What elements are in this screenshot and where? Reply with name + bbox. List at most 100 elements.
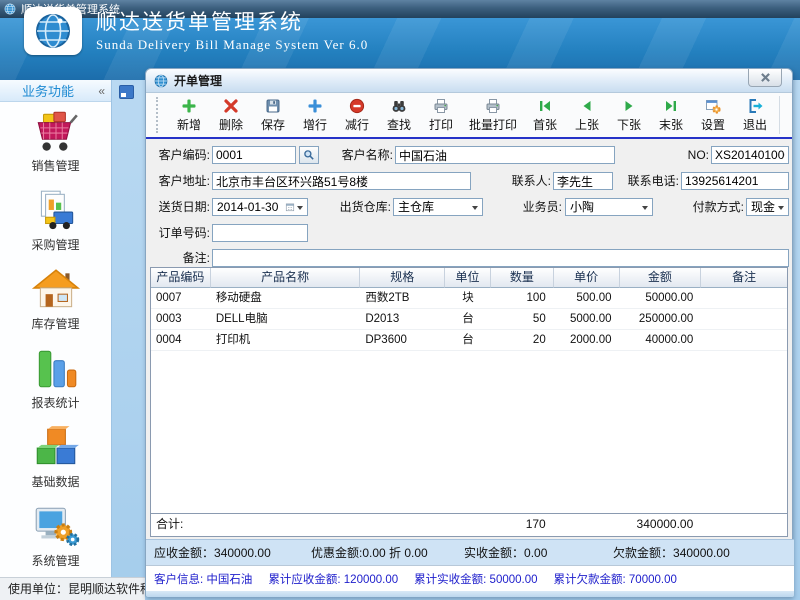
cell-qty: 50	[491, 309, 554, 330]
sidebar-header: 业务功能 «	[0, 80, 111, 102]
exit-icon	[747, 98, 763, 114]
close-button[interactable]	[748, 69, 782, 87]
total-amount: 340000.00	[620, 514, 702, 535]
total-quantity: 170	[491, 514, 554, 535]
sidebar-item-reports[interactable]: 报表统计	[0, 339, 111, 418]
customer-code-input[interactable]	[212, 146, 296, 164]
grid-total-row: 合计: 170 340000.00	[151, 513, 787, 536]
status-debt-total: 累计欠款金额: 70000.00	[554, 571, 677, 587]
toolbar-button-label: 新增	[177, 116, 201, 133]
sidebar-item-sales[interactable]: 销售管理	[0, 102, 111, 181]
toolbar-button-add-row[interactable]: 增行	[294, 95, 336, 135]
bill-no-label: NO:	[676, 146, 709, 164]
toolbar-button-remove-row[interactable]: 减行	[336, 95, 378, 135]
sidebar-item-inventory[interactable]: 库存管理	[0, 260, 111, 339]
cell-unit: 块	[445, 288, 491, 309]
mdi-child-icon[interactable]	[119, 85, 134, 99]
table-row[interactable]: 0007 移动硬盘 西数2TB 块 100 500.00 50000.00	[151, 288, 787, 309]
cell-code: 0003	[151, 309, 211, 330]
total-label: 合计:	[151, 514, 211, 535]
toolbar-button-save[interactable]: 保存	[252, 95, 294, 135]
sidebar-item-basedata[interactable]: 基础数据	[0, 418, 111, 497]
column-header[interactable]: 产品名称	[211, 268, 361, 288]
sidebar-collapse-button[interactable]: «	[98, 84, 105, 98]
toolbar: 新增 删除 保存 增行 减行 查找	[146, 93, 792, 139]
toolbar-grip[interactable]	[156, 97, 162, 133]
next-icon	[621, 98, 637, 114]
settings-icon	[705, 98, 721, 114]
bill-no-input[interactable]	[711, 146, 789, 164]
cell-price: 500.00	[554, 288, 620, 309]
status-customer-info: 客户信息: 中国石油	[154, 571, 252, 587]
salesman-select[interactable]: 小陶	[565, 198, 653, 216]
address-input[interactable]	[212, 172, 471, 190]
cell-amount: 40000.00	[620, 330, 702, 351]
phone-input[interactable]	[681, 172, 789, 190]
sidebar: 业务功能 « 销售管理 采购管理	[0, 80, 112, 577]
toolbar-button-exit[interactable]: 退出	[734, 95, 776, 135]
purchase-truck-icon	[31, 189, 81, 233]
toolbar-button-prev[interactable]: 上张	[566, 95, 608, 135]
toolbar-button-label: 减行	[345, 116, 369, 133]
customer-name-label: 客户名称:	[331, 146, 393, 164]
sidebar-item-purchase[interactable]: 采购管理	[0, 181, 111, 260]
warehouse-value: 主仓库	[398, 200, 434, 214]
customer-code-label: 客户编码:	[148, 146, 210, 164]
column-header[interactable]: 金额	[620, 268, 702, 288]
payment-select[interactable]: 现金	[746, 198, 789, 216]
toolbar-button-new[interactable]: 新增	[168, 95, 210, 135]
delete-icon	[223, 98, 239, 114]
toolbar-button-next[interactable]: 下张	[608, 95, 650, 135]
column-header[interactable]: 数量	[491, 268, 554, 288]
toolbar-button-last[interactable]: 末张	[650, 95, 692, 135]
column-header[interactable]: 产品编码	[151, 268, 211, 288]
address-label: 客户地址:	[148, 172, 210, 190]
toolbar-button-delete[interactable]: 删除	[210, 95, 252, 135]
toolbar-button-find[interactable]: 查找	[378, 95, 420, 135]
toolbar-button-label: 查找	[387, 116, 411, 133]
banner-title: 顺达送货单管理系统	[96, 6, 303, 36]
remark-input[interactable]	[212, 249, 789, 267]
magnifier-icon	[303, 149, 315, 161]
table-row[interactable]: 0003 DELL电脑 D2013 台 50 5000.00 250000.00	[151, 309, 787, 330]
toolbar-button-label: 下张	[617, 116, 641, 133]
salesman-label: 业务员:	[516, 198, 562, 216]
cell-unit: 台	[445, 309, 491, 330]
customer-name-input[interactable]	[395, 146, 615, 164]
sidebar-item-label: 系统管理	[31, 552, 79, 569]
cell-amount: 250000.00	[620, 309, 702, 330]
toolbar-button-print[interactable]: 打印	[420, 95, 462, 135]
toolbar-button-label: 退出	[743, 116, 767, 133]
app-logo	[24, 7, 82, 55]
add-row-icon	[307, 98, 323, 114]
sidebar-header-label: 业务功能	[22, 81, 74, 100]
payment-label: 付款方式:	[682, 198, 744, 216]
delivery-date-picker[interactable]: 2014-01-30	[212, 198, 308, 216]
system-gear-icon	[31, 505, 81, 549]
cell-name: 移动硬盘	[211, 288, 361, 309]
column-header[interactable]: 备注	[701, 268, 787, 288]
toolbar-button-label: 删除	[219, 116, 243, 133]
column-header[interactable]: 单位	[445, 268, 491, 288]
globe-icon	[154, 74, 168, 88]
column-header[interactable]: 规格	[360, 268, 445, 288]
sidebar-item-system[interactable]: 系统管理	[0, 497, 111, 576]
toolbar-button-batch-print[interactable]: 批量打印	[462, 95, 524, 135]
debt-amount: 欠款金额：340000.00	[613, 540, 730, 566]
contact-input[interactable]	[553, 172, 613, 190]
toolbar-button-first[interactable]: 首张	[524, 95, 566, 135]
customer-status-bar: 客户信息: 中国石油 累计应收金额: 120000.00 累计实收金额: 500…	[146, 565, 794, 591]
column-header[interactable]: 单价	[554, 268, 620, 288]
customer-lookup-button[interactable]	[299, 146, 319, 164]
toolbar-button-settings[interactable]: 设置	[692, 95, 734, 135]
order-no-input[interactable]	[212, 224, 308, 242]
sidebar-item-label: 库存管理	[31, 315, 79, 332]
toolbar-button-label: 保存	[261, 116, 285, 133]
table-row[interactable]: 0004 打印机 DP3600 台 20 2000.00 40000.00	[151, 330, 787, 351]
sidebar-item-label: 采购管理	[31, 236, 79, 253]
status-footer-left: 使用单位：昆明顺达软件科	[0, 577, 145, 600]
received-amount: 实收金额：0.00	[464, 540, 547, 566]
window-titlebar[interactable]: 开单管理	[146, 69, 792, 93]
warehouse-select[interactable]: 主仓库	[393, 198, 483, 216]
blocks-icon	[31, 426, 81, 470]
